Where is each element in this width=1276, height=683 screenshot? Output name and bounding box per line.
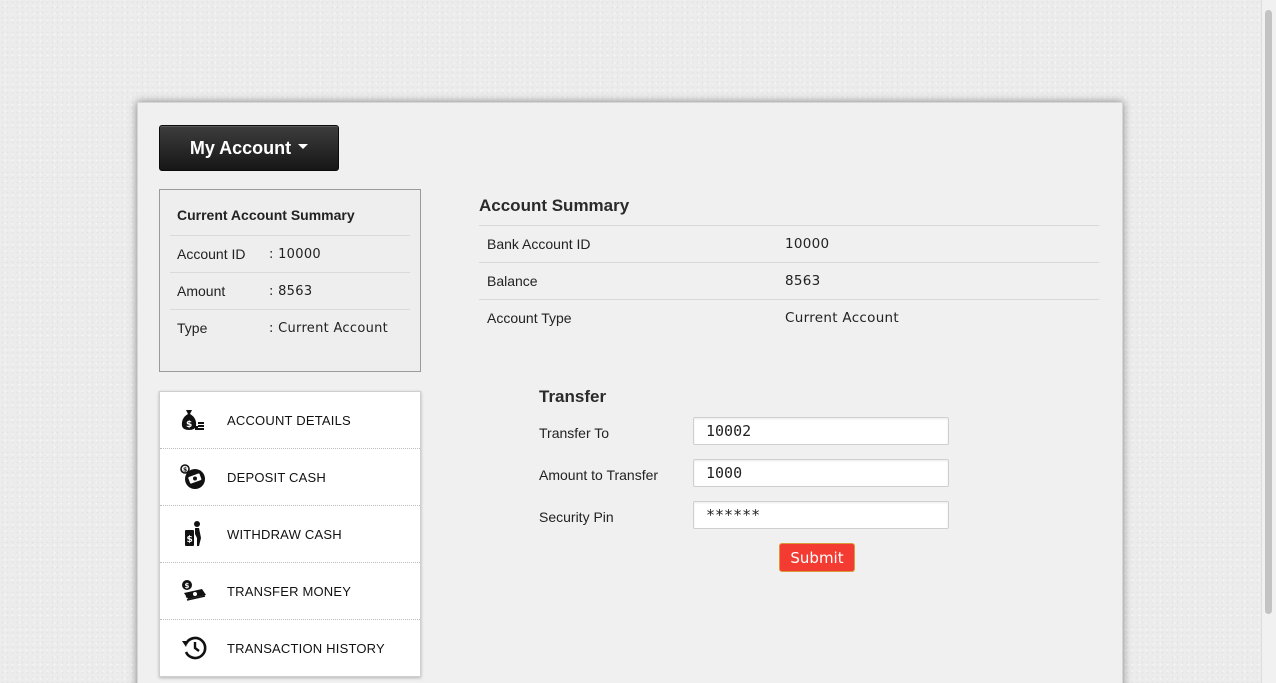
transfer-to-row: Transfer To: [539, 417, 959, 447]
svg-text:$: $: [185, 582, 190, 590]
amount-label: Amount to Transfer: [539, 467, 659, 483]
menu-item-label: TRANSACTION HISTORY: [227, 640, 385, 656]
security-pin-row: Security Pin: [539, 501, 959, 531]
menu-item-label: TRANSFER MONEY: [227, 583, 352, 599]
menu-item-deposit-cash[interactable]: $ DEPOSIT CASH: [160, 449, 420, 506]
menu-item-label: WITHDRAW CASH: [227, 526, 342, 542]
summary-value: : Current Account: [269, 320, 389, 336]
deposit-cash-icon: $: [179, 462, 209, 492]
account-summary-table: Bank Account ID 10000 Balance 8563 Accou…: [479, 225, 1099, 336]
security-pin-input[interactable]: [693, 501, 949, 529]
menu-item-withdraw-cash[interactable]: $ WITHDRAW CASH: [160, 506, 420, 563]
money-bag-icon: $: [179, 405, 209, 435]
menu-item-transfer-money[interactable]: $ TRANSFER MONEY: [160, 563, 420, 620]
amount-row: Amount to Transfer: [539, 459, 959, 489]
my-account-label: My Account: [189, 137, 292, 158]
table-cell-label: Balance: [479, 262, 777, 300]
menu-item-label: DEPOSIT CASH: [227, 469, 326, 485]
security-pin-label: Security Pin: [539, 509, 614, 525]
transfer-money-icon: $: [179, 576, 209, 606]
summary-row-amount: Amount : 8563: [170, 272, 410, 309]
svg-text:$: $: [187, 535, 193, 545]
account-summary-title: Account Summary: [479, 196, 630, 215]
summary-value: : 8563: [269, 283, 313, 299]
transfer-to-label: Transfer To: [539, 425, 610, 441]
summary-row-type: Type : Current Account: [170, 309, 410, 346]
table-cell-value: Current Account: [777, 299, 1099, 336]
summary-label: Type: [177, 320, 208, 336]
menu-item-label: ACCOUNT DETAILS: [227, 412, 351, 428]
my-account-dropdown-button[interactable]: My Account: [159, 125, 339, 171]
summary-label: Account ID: [177, 246, 246, 262]
current-account-summary-box: Current Account Summary Account ID : 100…: [159, 189, 421, 372]
summary-value: : 10000: [269, 246, 321, 262]
history-icon: [179, 633, 209, 663]
transfer-title: Transfer: [539, 387, 607, 406]
main-panel: My Account Current Account Summary Accou…: [137, 102, 1123, 683]
menu-item-account-details[interactable]: $ ACCOUNT DETAILS: [160, 392, 420, 449]
table-cell-value: 10000: [777, 225, 1099, 263]
transfer-to-input[interactable]: [693, 417, 949, 445]
table-cell-label: Bank Account ID: [479, 225, 777, 263]
table-cell-label: Account Type: [479, 299, 777, 336]
table-row: Account Type Current Account: [479, 299, 1099, 336]
submit-button[interactable]: Submit: [779, 543, 855, 572]
scrollbar-thumb[interactable]: [1265, 10, 1272, 614]
amount-input[interactable]: [693, 459, 949, 487]
table-row: Bank Account ID 10000: [479, 225, 1099, 263]
summary-label: Amount: [177, 283, 226, 299]
table-row: Balance 8563: [479, 262, 1099, 300]
withdraw-cash-icon: $: [179, 519, 209, 549]
summary-row-account-id: Account ID : 10000: [170, 235, 410, 272]
svg-text:$: $: [183, 467, 187, 474]
svg-text:$: $: [186, 420, 192, 430]
menu-item-transaction-history[interactable]: TRANSACTION HISTORY: [160, 620, 420, 676]
page-scrollbar[interactable]: [1261, 0, 1276, 683]
current-summary-title: Current Account Summary: [177, 207, 355, 223]
side-menu: $ ACCOUNT DETAILS $ DEPOSIT CASH $ WITHD…: [159, 391, 421, 677]
table-cell-value: 8563: [777, 262, 1099, 300]
caret-down-icon: [298, 143, 309, 149]
